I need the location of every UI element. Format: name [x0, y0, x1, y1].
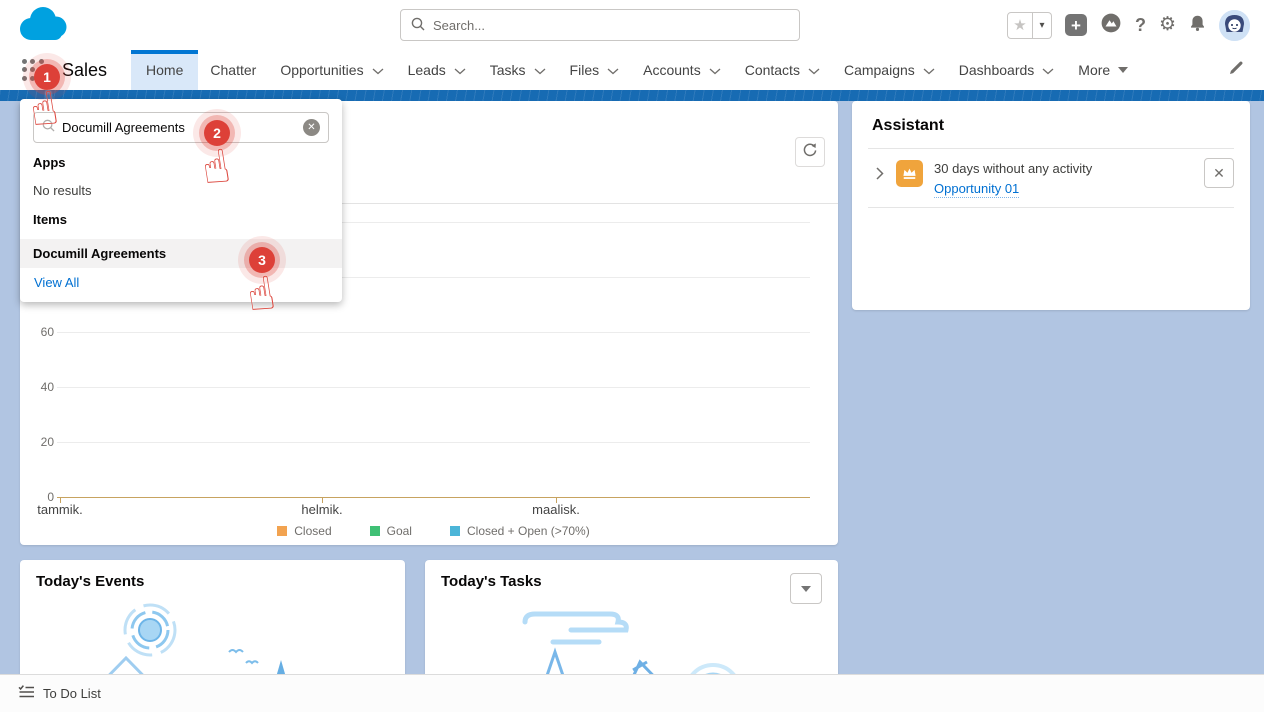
legend-item-closed-open: Closed + Open (>70%): [450, 524, 590, 538]
favorites-dropdown-button[interactable]: ▾: [1033, 12, 1052, 39]
close-icon: ✕: [1213, 165, 1225, 182]
step-annotation-2: 2 ☝: [204, 120, 230, 146]
view-all-link[interactable]: View All: [34, 275, 79, 290]
app-navigation-bar: Sales Home Chatter Opportunities Leads T…: [0, 50, 1264, 90]
legend-swatch-closed: [277, 526, 287, 536]
x-axis-label: helmik.: [277, 502, 367, 517]
step-annotation-3: 3 ☝: [249, 247, 275, 273]
app-launcher-search-input[interactable]: Documill Agreements ✕: [33, 112, 329, 143]
assistant-title: Assistant: [872, 117, 944, 135]
x-axis-label: maalisk.: [511, 502, 601, 517]
tab-home[interactable]: Home: [131, 50, 198, 90]
y-tick-label: 20: [28, 435, 54, 449]
caret-down-icon: [1118, 67, 1128, 73]
opportunity-link[interactable]: Opportunity 01: [934, 181, 1019, 198]
chevron-down-icon[interactable]: [372, 62, 384, 78]
app-launcher-popup: Documill Agreements ✕ Apps No results It…: [20, 99, 342, 302]
chevron-down-icon[interactable]: [1042, 62, 1054, 78]
trailhead-icon: [1100, 21, 1122, 38]
legend-swatch-goal: [370, 526, 380, 536]
salesforce-logo-icon: [14, 4, 70, 51]
pencil-icon: [1229, 62, 1244, 79]
apps-no-results: No results: [33, 183, 92, 198]
app-launcher-search-value: Documill Agreements: [62, 120, 296, 135]
chevron-down-icon[interactable]: [808, 62, 820, 78]
x-axis-line: [57, 497, 810, 498]
chevron-down-icon[interactable]: [534, 62, 546, 78]
todo-list-button[interactable]: To Do List: [43, 686, 101, 701]
tab-campaigns[interactable]: Campaigns: [832, 50, 947, 90]
apps-section-heading: Apps: [33, 155, 66, 170]
y-tick-label: 60: [28, 325, 54, 339]
refresh-icon: [802, 142, 818, 163]
clear-search-button[interactable]: ✕: [303, 119, 320, 136]
caret-down-icon: ▾: [1039, 20, 1044, 31]
guidance-center-button[interactable]: [1100, 12, 1122, 39]
todo-list-icon: [18, 684, 35, 704]
favorites-combo: ★ ▾: [1007, 12, 1052, 39]
edit-navigation-button[interactable]: [1229, 60, 1244, 80]
tab-accounts[interactable]: Accounts: [631, 50, 733, 90]
chart-legend: Closed Goal Closed + Open (>70%): [57, 524, 810, 538]
gridline-40: [57, 387, 810, 388]
nav-tabs: Home Chatter Opportunities Leads Tasks F…: [131, 50, 1140, 90]
gridline-60: [57, 332, 810, 333]
clear-icon: ✕: [307, 123, 315, 133]
help-icon: ?: [1135, 15, 1146, 35]
star-icon: ★: [1013, 16, 1026, 34]
global-actions-button[interactable]: +: [1065, 14, 1087, 36]
global-search-input[interactable]: Search...: [400, 9, 800, 41]
help-button[interactable]: ?: [1135, 15, 1146, 36]
setup-button[interactable]: ⚙: [1159, 15, 1176, 35]
tab-files[interactable]: Files: [558, 50, 632, 90]
legend-item-closed: Closed: [277, 524, 331, 538]
assistant-item-text: 30 days without any activity: [934, 161, 1092, 176]
notifications-button[interactable]: [1189, 14, 1206, 37]
search-placeholder: Search...: [433, 18, 485, 33]
chevron-down-icon[interactable]: [709, 62, 721, 78]
chevron-down-icon[interactable]: [454, 62, 466, 78]
tab-more[interactable]: More: [1066, 50, 1140, 90]
events-card-title: Today's Events: [36, 573, 144, 590]
tab-contacts[interactable]: Contacts: [733, 50, 832, 90]
step-annotation-1: 1 ☝: [34, 64, 60, 90]
legend-item-goal: Goal: [370, 524, 412, 538]
chevron-down-icon[interactable]: [607, 62, 619, 78]
user-avatar[interactable]: [1219, 10, 1250, 41]
global-header: Search... ★ ▾ + ? ⚙: [0, 0, 1264, 50]
assistant-card: Assistant 30 days without any activity O…: [852, 101, 1250, 310]
legend-swatch-closed-open: [450, 526, 460, 536]
chevron-down-icon[interactable]: [923, 62, 935, 78]
tab-tasks[interactable]: Tasks: [478, 50, 558, 90]
y-tick-label: 40: [28, 380, 54, 394]
tab-opportunities[interactable]: Opportunities: [268, 50, 395, 90]
current-app-name: Sales: [62, 60, 107, 81]
refresh-button[interactable]: [795, 137, 825, 167]
item-result-documill-agreements[interactable]: Documill Agreements: [20, 239, 342, 268]
tasks-card-title: Today's Tasks: [441, 573, 542, 590]
expand-chevron-icon[interactable]: [876, 167, 884, 185]
utility-bar: To Do List: [0, 674, 1264, 712]
items-section-heading: Items: [33, 212, 67, 227]
tab-chatter[interactable]: Chatter: [198, 50, 268, 90]
x-axis-label: tammik.: [15, 502, 105, 517]
gridline-20: [57, 442, 810, 443]
gear-icon: ⚙: [1159, 14, 1176, 35]
search-icon: [411, 17, 425, 34]
opportunity-icon: [896, 160, 923, 187]
divider: [868, 148, 1234, 149]
tab-leads[interactable]: Leads: [396, 50, 478, 90]
salesforce-home-screen: Search... ★ ▾ + ? ⚙: [0, 0, 1264, 712]
plus-icon: +: [1071, 17, 1081, 34]
favorite-star-button[interactable]: ★: [1007, 12, 1033, 39]
dismiss-button[interactable]: ✕: [1204, 158, 1234, 188]
tab-dashboards[interactable]: Dashboards: [947, 50, 1067, 90]
bell-icon: [1189, 19, 1206, 36]
divider: [868, 207, 1234, 208]
